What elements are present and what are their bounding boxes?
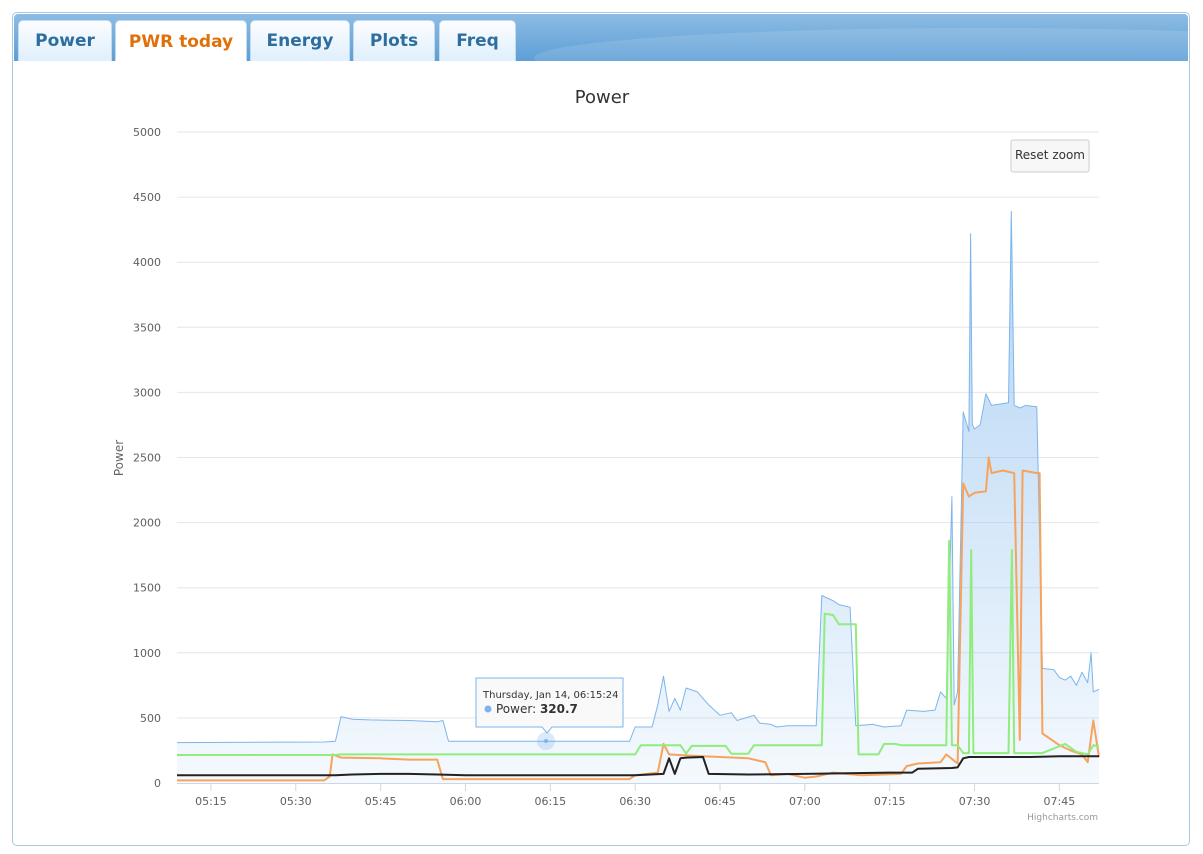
y-axis-label: Power bbox=[112, 440, 126, 476]
reset-zoom-button[interactable]: Reset zoom bbox=[1010, 139, 1090, 173]
tooltip-value: 320.7 bbox=[540, 702, 578, 716]
chart-title: Power bbox=[575, 87, 630, 108]
x-tick-label: 05:45 bbox=[365, 795, 397, 808]
x-tick-label: 06:15 bbox=[534, 795, 566, 808]
tooltip-value-line: Power: 320.7 bbox=[496, 702, 578, 716]
x-tick-label: 07:00 bbox=[789, 795, 821, 808]
x-tick-label: 06:45 bbox=[704, 795, 736, 808]
x-tick-label: 05:30 bbox=[280, 795, 312, 808]
y-tick-label: 0 bbox=[154, 777, 161, 790]
y-tick-label: 3500 bbox=[133, 321, 161, 334]
y-tick-label: 2500 bbox=[133, 452, 161, 465]
x-tick-label: 06:00 bbox=[450, 795, 482, 808]
chart-container[interactable]: Power Power 0 500 1000 1500 2000 2500 3000 3500… bbox=[83, 68, 1108, 830]
x-tick-label: 05:15 bbox=[195, 795, 227, 808]
y-tick-label: 5000 bbox=[133, 126, 161, 139]
y-tick-label: 3000 bbox=[133, 386, 161, 399]
tab-pwr-today[interactable]: PWR today bbox=[115, 20, 247, 61]
x-tick-label: 07:45 bbox=[1044, 795, 1076, 808]
x-tick-label: 06:30 bbox=[619, 795, 651, 808]
x-tick-label: 07:15 bbox=[874, 795, 906, 808]
y-tick-label: 500 bbox=[140, 712, 161, 725]
tooltip-colon: : bbox=[532, 702, 540, 716]
x-tick-label: 07:30 bbox=[959, 795, 991, 808]
y-tick-label: 4000 bbox=[133, 256, 161, 269]
chart-credits[interactable]: Highcharts.com bbox=[1027, 813, 1098, 823]
x-axis-ticks: 05:15 05:30 05:45 06:00 06:15 06:30 06:45 07:00… bbox=[195, 783, 1075, 808]
y-tick-label: 2000 bbox=[133, 517, 161, 530]
tab-bar: Power PWR today Energy Plots Freq bbox=[14, 14, 1188, 61]
reset-zoom-label: Reset zoom bbox=[1015, 148, 1085, 162]
tooltip: Thursday, Jan 14, 06:15:24 Power: 320.7 bbox=[475, 677, 624, 734]
tab-freq[interactable]: Freq bbox=[439, 20, 516, 61]
tooltip-series-marker bbox=[484, 705, 492, 713]
y-tick-label: 4500 bbox=[133, 191, 161, 204]
y-axis-ticks: 0 500 1000 1500 2000 2500 3000 3500 4000 4500 5000 bbox=[133, 126, 161, 790]
tooltip-series-name: Power bbox=[496, 702, 532, 716]
tab-plots[interactable]: Plots bbox=[353, 20, 435, 61]
tab-energy[interactable]: Energy bbox=[250, 20, 350, 61]
hover-point bbox=[544, 739, 548, 743]
power-chart[interactable]: Power Power 0 500 1000 1500 2000 2500 3000 3500… bbox=[83, 68, 1108, 830]
y-tick-label: 1500 bbox=[133, 582, 161, 595]
tab-power[interactable]: Power bbox=[18, 20, 112, 61]
series-layer bbox=[176, 210, 1100, 783]
y-tick-label: 1000 bbox=[133, 647, 161, 660]
tooltip-title: Thursday, Jan 14, 06:15:24 bbox=[482, 690, 618, 701]
series-0-area bbox=[177, 211, 1099, 783]
